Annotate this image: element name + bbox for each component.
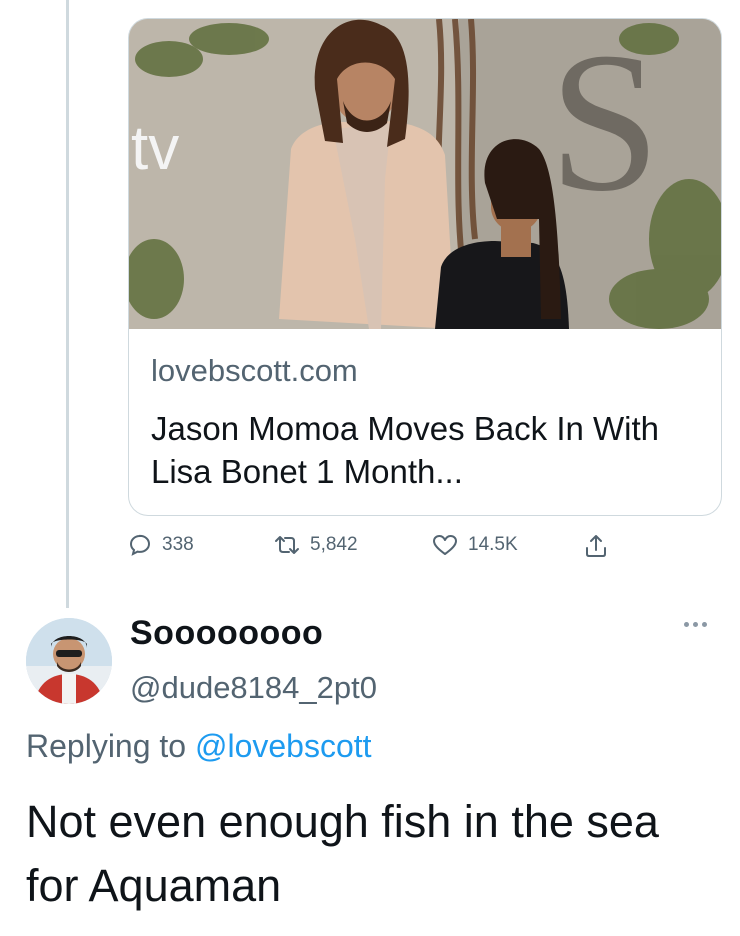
share-icon — [586, 535, 606, 557]
replying-to-line: Replying to @lovebscott — [26, 728, 372, 765]
link-domain: lovebscott.com — [151, 353, 358, 388]
replying-to-mention[interactable]: @lovebscott — [195, 728, 372, 764]
share-button[interactable] — [584, 533, 608, 559]
retweet-icon — [275, 536, 299, 554]
link-preview-image[interactable]: tv S — [129, 19, 721, 329]
thread-connector-line — [66, 0, 69, 608]
reply-count: 338 — [162, 534, 194, 555]
like-button[interactable]: 14.5K — [432, 533, 518, 557]
like-count: 14.5K — [468, 534, 518, 555]
reply-icon — [129, 534, 151, 556]
reply-handle[interactable]: @dude8184_2pt0 — [130, 670, 377, 706]
backdrop-letter: S — [549, 19, 660, 233]
replying-to-prefix: Replying to — [26, 728, 195, 764]
retweet-button[interactable]: 5,842 — [274, 533, 358, 557]
engagement-bar: 338 5,842 14.5K — [128, 533, 648, 573]
link-title: Jason Momoa Moves Back In With Lisa Bone… — [151, 410, 660, 490]
retweet-count: 5,842 — [310, 534, 358, 555]
link-preview-card[interactable]: tv S lovebscott.com Jason Momoa Moves Ba… — [128, 18, 722, 516]
reply-button[interactable]: 338 — [128, 533, 194, 557]
reply-display-name[interactable]: Soooooooo — [130, 614, 323, 653]
like-icon — [433, 535, 457, 555]
avatar[interactable] — [26, 618, 112, 704]
more-options-icon[interactable] — [684, 622, 707, 627]
reply-tweet-text: Not even enough fish in the sea for Aqua… — [26, 796, 659, 911]
backdrop-logo-text: tv — [131, 114, 179, 183]
